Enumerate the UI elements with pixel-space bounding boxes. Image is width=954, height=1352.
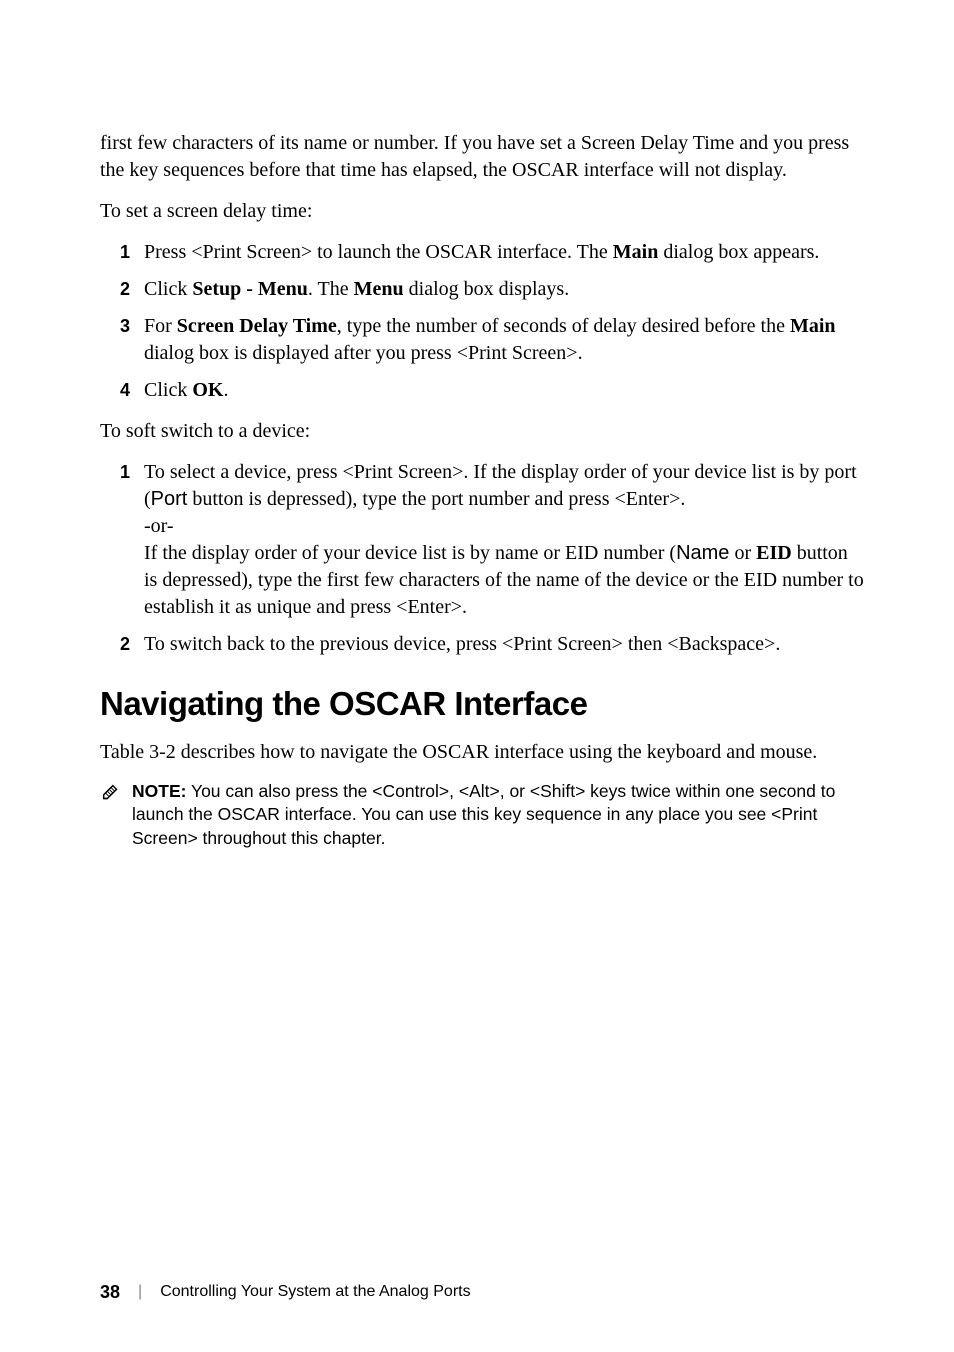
- steps-set-delay: 1 Press <Print Screen> to launch the OSC…: [100, 239, 864, 404]
- intro-paragraph: first few characters of its name or numb…: [100, 130, 864, 184]
- steps-soft-switch: 1 To select a device, press <Print Scree…: [100, 459, 864, 658]
- text: Press <Print Screen> to launch the OSCAR…: [144, 241, 613, 263]
- bold-text: EID: [756, 542, 792, 564]
- note-icon: [100, 782, 122, 804]
- step-number: 3: [100, 313, 144, 367]
- note-body: You can also press the <Control>, <Alt>,…: [132, 781, 835, 848]
- page-number: 38: [100, 1280, 120, 1304]
- set-delay-intro: To set a screen delay time:: [100, 198, 864, 225]
- text: If the display order of your device list…: [144, 542, 676, 564]
- step-number: 2: [100, 631, 144, 658]
- list-item: 2 To switch back to the previous device,…: [100, 631, 864, 658]
- step-number: 1: [100, 459, 144, 621]
- text: .: [223, 379, 228, 401]
- list-item: 3 For Screen Delay Time, type the number…: [100, 313, 864, 367]
- bold-text: Main: [790, 315, 836, 337]
- text: dialog box displays.: [404, 278, 570, 300]
- or-text: -or-: [144, 515, 174, 537]
- bold-text: Main: [613, 241, 659, 263]
- bold-text: Setup - Menu: [192, 278, 308, 300]
- step-body: To select a device, press <Print Screen>…: [144, 459, 864, 621]
- soft-switch-intro: To soft switch to a device:: [100, 418, 864, 445]
- text: dialog box is displayed after you press …: [144, 342, 583, 364]
- step-number: 1: [100, 239, 144, 266]
- note-block: NOTE: You can also press the <Control>, …: [100, 780, 864, 851]
- sans-text: Name: [676, 542, 729, 564]
- footer-separator: |: [138, 1281, 142, 1303]
- step-body: Click Setup - Menu. The Menu dialog box …: [144, 276, 864, 303]
- footer-title: Controlling Your System at the Analog Po…: [160, 1281, 470, 1303]
- text: button is depressed), type the port numb…: [187, 488, 685, 510]
- page-footer: 38 | Controlling Your System at the Anal…: [100, 1280, 471, 1304]
- text: . The: [308, 278, 354, 300]
- text: To switch back to the previous device, p…: [144, 633, 780, 655]
- list-item: 1 To select a device, press <Print Scree…: [100, 459, 864, 621]
- step-body: Click OK.: [144, 377, 864, 404]
- list-item: 4 Click OK.: [100, 377, 864, 404]
- text: or: [729, 542, 756, 564]
- sans-text: Port: [151, 488, 188, 510]
- text: Click: [144, 278, 192, 300]
- bold-text: Menu: [354, 278, 404, 300]
- bold-text: Screen Delay Time: [177, 315, 337, 337]
- note-label: NOTE:: [132, 781, 186, 801]
- text: Click: [144, 379, 192, 401]
- text: For: [144, 315, 177, 337]
- bold-text: OK: [192, 379, 223, 401]
- step-body: For Screen Delay Time, type the number o…: [144, 313, 864, 367]
- step-body: Press <Print Screen> to launch the OSCAR…: [144, 239, 864, 266]
- list-item: 2 Click Setup - Menu. The Menu dialog bo…: [100, 276, 864, 303]
- step-number: 4: [100, 377, 144, 404]
- step-number: 2: [100, 276, 144, 303]
- heading-paragraph: Table 3-2 describes how to navigate the …: [100, 739, 864, 766]
- section-heading: Navigating the OSCAR Interface: [100, 682, 864, 727]
- note-text: NOTE: You can also press the <Control>, …: [132, 780, 864, 851]
- list-item: 1 Press <Print Screen> to launch the OSC…: [100, 239, 864, 266]
- step-body: To switch back to the previous device, p…: [144, 631, 864, 658]
- text: dialog box appears.: [658, 241, 819, 263]
- text: , type the number of seconds of delay de…: [337, 315, 790, 337]
